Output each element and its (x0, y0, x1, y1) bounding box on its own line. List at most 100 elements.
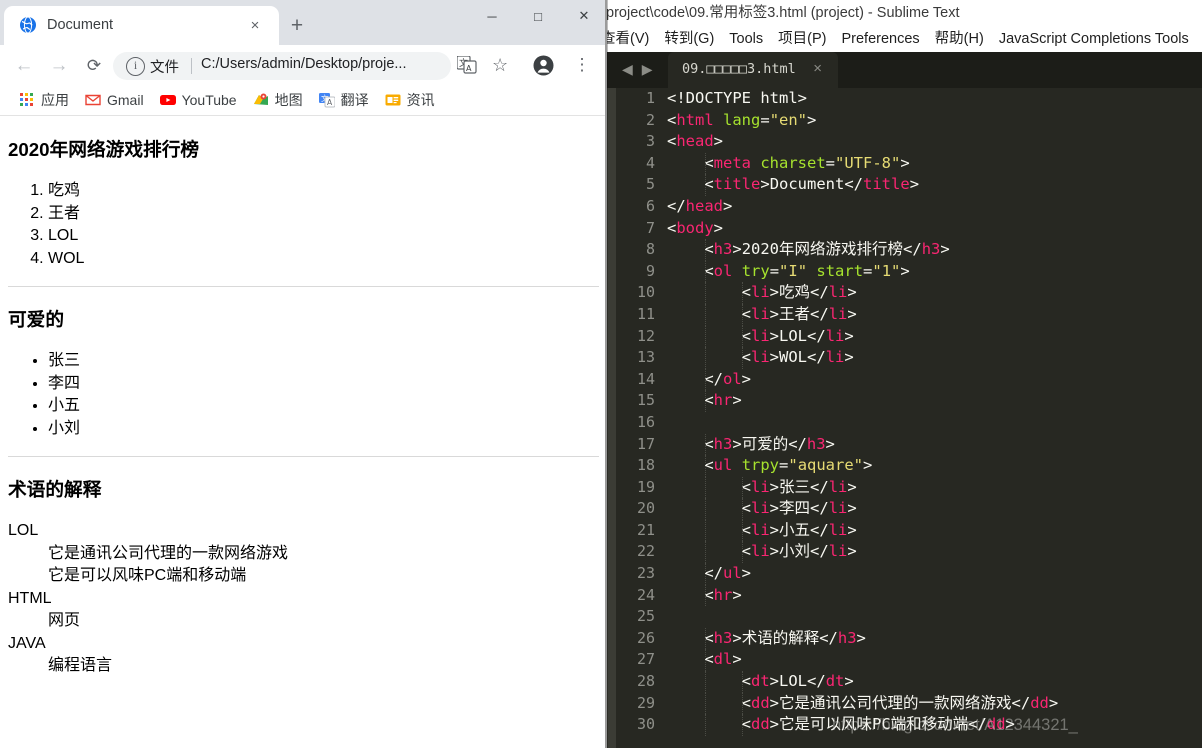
sublime-file-tab[interactable]: 09.□□□□□3.html × (668, 52, 838, 88)
sublime-menu-item[interactable]: Tools (728, 27, 764, 52)
code-line[interactable]: 17 <h3>可爱的</h3> (616, 433, 1202, 456)
bookmark-item-Gmail[interactable]: Gmail (78, 89, 151, 111)
close-icon[interactable]: × (244, 15, 266, 37)
sublime-editor[interactable]: 1 <!DOCTYPE html> 2 <html lang="en"> 3 <head>… (607, 88, 1202, 748)
sublime-tab-nav[interactable]: ◀ ▶ (622, 62, 653, 76)
address-bar[interactable]: i 文件 C:/Users/admin/Desktop/proje... (113, 52, 451, 80)
new-tab-button[interactable]: + (284, 13, 310, 39)
tab-prev-icon[interactable]: ◀ (622, 62, 633, 76)
code-line[interactable]: 13 <li>WOL</li> (616, 347, 1202, 369)
token-tag: h3 (921, 240, 941, 259)
sublime-menu-item[interactable]: JavaScript Completions Tools (998, 27, 1190, 52)
code-line[interactable]: 16 (616, 412, 1202, 434)
code-line[interactable]: 3 <head> (616, 131, 1202, 153)
minimize-button[interactable]: ─ (469, 0, 515, 32)
list-item: 小刘 (48, 418, 599, 441)
code-text: <li>吃鸡</li> (667, 282, 857, 304)
token-tag: meta (713, 153, 751, 172)
token-punc: > (732, 585, 742, 604)
sublime-menu-item[interactable]: 帮助(H) (934, 27, 985, 52)
code-line[interactable]: 20 <li>李四</li> (616, 498, 1202, 520)
code-line[interactable]: 23 </ul> (616, 563, 1202, 585)
code-line[interactable]: 6 </head> (616, 196, 1202, 218)
token-str: "UTF-8" (835, 153, 901, 172)
sublime-menu-item[interactable]: 查看(V) (600, 27, 650, 52)
reload-icon[interactable]: ⟳ (82, 54, 106, 78)
token-tag: li (751, 348, 770, 367)
code-line[interactable]: 10 <li>吃鸡</li> (616, 282, 1202, 304)
bookmark-item-YouTube[interactable]: YouTube (153, 89, 244, 111)
line-number: 6 (645, 196, 655, 215)
line-number: 21 (636, 520, 655, 539)
code-line[interactable]: 22 <li>小刘</li> (616, 541, 1202, 564)
code-text: </ol> (667, 368, 751, 391)
code-line[interactable]: 18 <ul trpy="aquare"> (616, 455, 1202, 477)
code-line[interactable]: 19 <li>张三</li> (616, 476, 1202, 499)
code-line[interactable]: 25 (616, 606, 1202, 628)
scheme-label: 文件 (150, 60, 179, 76)
token-tag: dt (751, 672, 770, 691)
back-icon[interactable]: ← (12, 54, 36, 78)
token-punc: > (732, 650, 742, 669)
token-tag: ul (713, 456, 733, 475)
token-punc: </ (667, 369, 723, 388)
code-line[interactable]: 4 <meta charset="UTF-8"> (616, 152, 1202, 175)
token-punc: = (863, 261, 873, 280)
code-line[interactable]: 9 <ol try="I" start="1"> (616, 260, 1202, 283)
close-window-button[interactable]: ✕ (561, 0, 607, 32)
token-punc: </ (810, 304, 829, 323)
code-line[interactable]: 11 <li>王者</li> (616, 303, 1202, 326)
token-str: "I" (779, 261, 808, 280)
bookmark-item-翻译[interactable]: 文A翻译 (312, 87, 376, 113)
code-text: <li>LOL</li> (667, 325, 854, 348)
token-punc: > (847, 477, 857, 496)
indent-guide (742, 476, 744, 499)
avatar-icon[interactable] (533, 55, 554, 76)
code-line[interactable]: 7 <body> (616, 218, 1202, 240)
code-line[interactable]: 5 <title>Document</title> (616, 174, 1202, 196)
code-line[interactable]: 8 <h3>2020年网络游戏排行榜</h3> (616, 239, 1202, 261)
bookmark-item-应用[interactable]: 应用 (12, 87, 76, 113)
code-line[interactable]: 2 <html lang="en"> (616, 110, 1202, 132)
token-punc: </ (819, 628, 838, 647)
close-icon[interactable]: × (813, 60, 822, 78)
indent-guide (742, 714, 744, 736)
sublime-menu-item[interactable]: Preferences (840, 27, 920, 52)
forward-icon[interactable]: → (47, 54, 71, 78)
browser-tab[interactable]: Document × (4, 6, 279, 45)
token-punc: < (667, 434, 714, 453)
tab-next-icon[interactable]: ▶ (642, 62, 653, 76)
info-icon[interactable]: i (126, 57, 145, 76)
token-punc: </ (810, 283, 829, 302)
code-line[interactable]: 15 <hr> (616, 390, 1202, 412)
code-line[interactable]: 1 <!DOCTYPE html> (616, 88, 1202, 110)
line-number: 18 (636, 456, 655, 475)
code-text: <ul trpy="aquare"> (667, 455, 872, 477)
bookmark-label: 地图 (274, 92, 303, 108)
maximize-button[interactable]: □ (515, 0, 561, 32)
indent-guide (704, 260, 707, 283)
browser-menu-icon[interactable]: ⋮ (572, 54, 592, 78)
code-line[interactable]: 12 <li>LOL</li> (616, 325, 1202, 348)
token-tag: dd (1030, 693, 1049, 712)
bookmark-item-地图[interactable]: 地图 (246, 87, 310, 113)
token-punc: </ (667, 196, 686, 215)
sublime-menu-item[interactable]: 转到(G) (663, 27, 715, 52)
code-line[interactable]: 24 <hr> (616, 584, 1202, 607)
code-line[interactable]: 29 <dd>它是通讯公司代理的一款网络游戏</dd> (616, 692, 1202, 715)
code-text: <html lang="en"> (667, 110, 816, 132)
code-line[interactable]: 21 <li>小五</li> (616, 519, 1202, 542)
token-tag: li (828, 477, 848, 496)
code-line[interactable]: 14 </ol> (616, 368, 1202, 391)
code-line[interactable]: 26 <h3>术语的解释</h3> (616, 627, 1202, 650)
bookmark-item-资讯[interactable]: 资讯 (378, 87, 442, 113)
sublime-menu-item[interactable]: 项目(P) (777, 27, 827, 52)
svg-text:A: A (327, 98, 333, 107)
code-text: <dd>它是通讯公司代理的一款网络游戏</dd> (667, 692, 1058, 715)
line-number: 13 (636, 348, 655, 367)
translate-icon[interactable]: 文 A (456, 55, 477, 74)
code-line[interactable]: 30 <dd>它是可以风味PC端和移动端</dd> (616, 714, 1202, 736)
bookmark-star-icon[interactable]: ☆ (492, 55, 508, 76)
code-line[interactable]: 27 <dl> (616, 649, 1202, 672)
code-line[interactable]: 28 <dt>LOL</dt> (616, 671, 1202, 693)
